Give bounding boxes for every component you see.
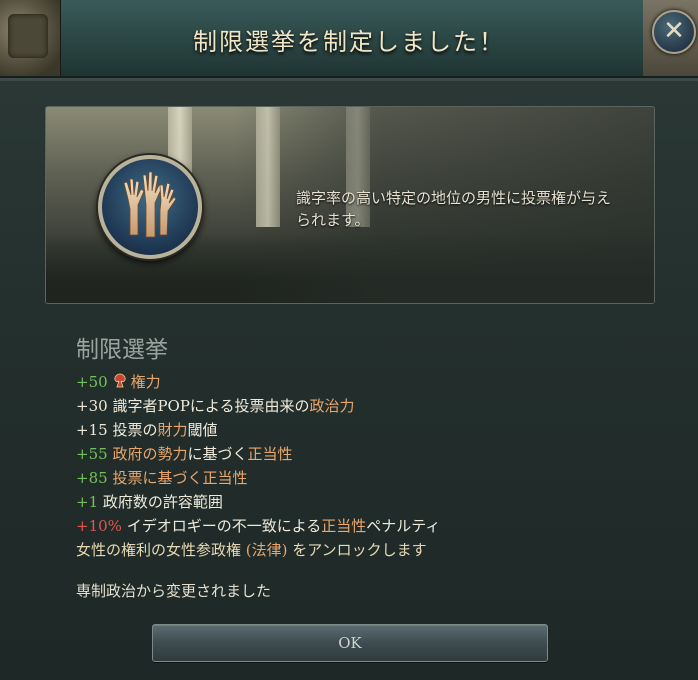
effect-row: +15 投票の財力閾値	[76, 421, 218, 439]
previous-law-note: 専制政治から変更されました	[76, 582, 272, 600]
wealth-link[interactable]: 財力	[157, 421, 187, 439]
effect-row: +50 権力	[76, 373, 161, 391]
dialog-title: 制限選挙を制定しました！	[193, 28, 505, 56]
close-icon: ✕	[663, 16, 685, 46]
voting-law-badge	[98, 155, 202, 259]
power-icon	[114, 373, 126, 388]
effect-row: +30 識字者POPによる投票由来の政治力	[76, 397, 355, 415]
legitimacy-link[interactable]: 正当性	[202, 469, 247, 487]
legitimacy-link[interactable]: 正当性	[321, 517, 366, 535]
law-enacted-dialog: 制限選挙を制定しました！ ✕ 識字率の高い特定の地位の男性に投票権が与えられます…	[0, 0, 698, 680]
effect-row: +55 政府の勢力に基づく正当性	[76, 445, 293, 463]
title-divider	[0, 78, 698, 81]
close-button[interactable]: ✕	[652, 10, 696, 54]
political-power-link[interactable]: 政治力	[309, 397, 354, 415]
law-link[interactable]: (法律)	[246, 541, 288, 559]
ok-button[interactable]: OK	[152, 624, 548, 662]
government-clout-link[interactable]: 政府の勢力	[112, 445, 187, 463]
effect-row: +1 政府数の許容範囲	[76, 493, 223, 511]
unlock-row: 女性の権利の女性参政権 (法律) をアンロックします	[76, 541, 427, 559]
effect-row: +85 投票に基づく正当性	[76, 469, 248, 487]
title-bar: 制限選挙を制定しました！ ✕	[0, 0, 698, 78]
law-illustration: 識字率の高い特定の地位の男性に投票権が与えられます。	[45, 106, 655, 304]
raised-hands-icon	[123, 171, 177, 238]
legitimacy-link[interactable]: 正当性	[247, 445, 292, 463]
law-details: 制限選挙 +50 権力 +30 識字者POPによる投票由来の政治力 +15 投票の…	[76, 330, 676, 562]
law-name: 制限選挙	[76, 337, 168, 363]
effect-row: +10% イデオロギーの不一致による正当性ペナルティ	[76, 517, 441, 535]
law-description: 識字率の高い特定の地位の男性に投票権が与えられます。	[296, 189, 612, 229]
